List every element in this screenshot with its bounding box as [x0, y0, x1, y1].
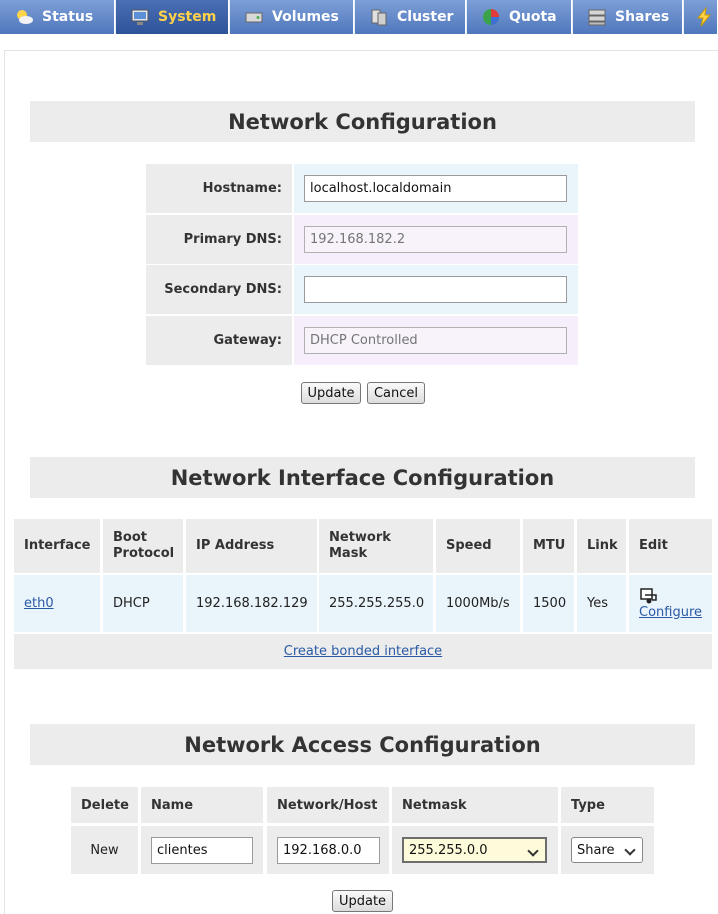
col-edit: Edit [629, 519, 712, 573]
configure-link[interactable]: Configure [639, 605, 702, 620]
col-delete: Delete [71, 787, 138, 823]
tab-status-label: Status [42, 9, 94, 25]
gateway-label: Gateway: [146, 316, 292, 365]
gateway-input [304, 327, 567, 354]
top-nav: Status System Volumes Cluster Quota Shar… [0, 0, 718, 34]
cell-network-mask: 255.255.255.0 [319, 575, 433, 632]
drive-icon [244, 7, 264, 27]
gateway-row: Gateway: [146, 316, 578, 365]
primary-dns-input [304, 226, 567, 253]
tab-quota[interactable]: Quota [467, 0, 572, 34]
cell-mtu: 1500 [523, 575, 574, 632]
primary-dns-label: Primary DNS: [146, 215, 292, 264]
col-mtu: MTU [523, 519, 574, 573]
col-boot-protocol: Boot Protocol [103, 519, 183, 573]
col-network-host: Network/Host [267, 787, 389, 823]
access-network-cell [267, 826, 389, 874]
weather-sun-icon [14, 7, 34, 27]
col-ip-address: IP Address [186, 519, 317, 573]
cell-link: Yes [577, 575, 626, 632]
network-cancel-button[interactable]: Cancel [367, 382, 425, 404]
create-bonded-interface-link[interactable]: Create bonded interface [284, 644, 442, 659]
col-netmask: Netmask [392, 787, 558, 823]
hostname-input[interactable] [304, 175, 567, 202]
tab-system[interactable]: System [116, 0, 229, 34]
interface-config-title: Network Interface Configuration [30, 457, 695, 498]
col-name: Name [141, 787, 263, 823]
col-interface: Interface [14, 519, 100, 573]
cell-interface: eth0 [14, 575, 100, 632]
type-select[interactable]: Share [571, 837, 643, 863]
access-config-title: Network Access Configuration [30, 724, 695, 765]
secondary-dns-cell [294, 265, 578, 314]
network-config-title: Network Configuration [30, 101, 695, 142]
configure-icon[interactable] [639, 587, 659, 605]
monitor-icon [130, 7, 150, 27]
interface-link[interactable]: eth0 [24, 596, 54, 611]
tab-power[interactable] [684, 0, 718, 34]
access-type-cell: Share [561, 826, 654, 874]
tab-shares-label: Shares [615, 9, 670, 25]
network-update-button[interactable]: Update [301, 382, 361, 404]
access-name-cell [141, 826, 263, 874]
access-network-input[interactable] [277, 836, 380, 864]
access-new-label: New [71, 826, 138, 874]
col-type: Type [561, 787, 654, 823]
col-speed: Speed [436, 519, 520, 573]
hostname-row: Hostname: [146, 164, 578, 213]
tab-status[interactable]: Status [0, 0, 115, 34]
hostname-label: Hostname: [146, 164, 292, 213]
tab-system-label: System [158, 9, 217, 25]
server-icon [587, 7, 607, 27]
access-update-button[interactable]: Update [332, 890, 393, 912]
secondary-dns-input[interactable] [304, 276, 567, 303]
cell-ip-address: 192.168.182.129 [186, 575, 317, 632]
access-name-input[interactable] [151, 836, 253, 864]
col-link: Link [577, 519, 626, 573]
secondary-dns-label: Secondary DNS: [146, 265, 292, 314]
bond-bar: Create bonded interface [14, 634, 712, 669]
primary-dns-cell [294, 215, 578, 264]
secondary-dns-row: Secondary DNS: [146, 265, 578, 314]
gateway-cell [294, 316, 578, 365]
interface-table-header: Interface Boot Protocol IP Address Netwo… [14, 519, 712, 573]
tab-volumes[interactable]: Volumes [230, 0, 354, 34]
chevron-down-icon [527, 845, 539, 857]
table-row: eth0 DHCP 192.168.182.129 255.255.255.0 … [14, 575, 712, 632]
netmask-select-value: 255.255.0.0 [409, 842, 488, 858]
hostname-cell [294, 164, 578, 213]
primary-dns-row: Primary DNS: [146, 215, 578, 264]
lightning-icon [694, 6, 714, 27]
tab-quota-label: Quota [509, 9, 557, 25]
type-select-value: Share [577, 842, 615, 858]
tab-volumes-label: Volumes [272, 9, 339, 25]
netmask-select[interactable]: 255.255.0.0 [402, 837, 547, 863]
cell-boot-protocol: DHCP [103, 575, 183, 632]
cluster-icon [369, 7, 389, 27]
cell-speed: 1000Mb/s [436, 575, 520, 632]
col-network-mask: Network Mask [319, 519, 433, 573]
tab-shares[interactable]: Shares [573, 0, 683, 34]
tab-cluster[interactable]: Cluster [355, 0, 466, 34]
access-netmask-cell: 255.255.0.0 [392, 826, 558, 874]
cell-edit: Configure [629, 575, 712, 632]
quota-pie-icon [481, 7, 501, 27]
tab-cluster-label: Cluster [397, 9, 454, 25]
chevron-down-icon [624, 844, 636, 856]
